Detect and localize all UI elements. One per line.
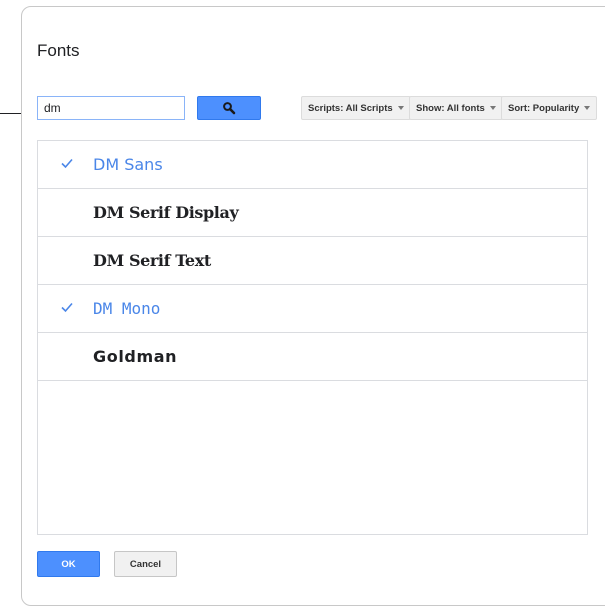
search-button[interactable] (197, 96, 261, 120)
chevron-down-icon (397, 106, 404, 110)
show-dropdown[interactable]: Show: All fonts (409, 96, 503, 120)
chevron-down-icon (584, 106, 591, 110)
check-icon (61, 302, 73, 313)
ok-button[interactable]: OK (37, 551, 100, 577)
divider-line (0, 113, 22, 114)
font-item-label: DM Serif Text (93, 251, 211, 270)
dialog-title: Fonts (37, 41, 80, 60)
check-icon (61, 158, 73, 169)
font-item-dm-serif-display[interactable]: DM Serif Display (38, 189, 587, 237)
sort-dropdown-label: Sort: Popularity (508, 102, 580, 114)
sort-dropdown[interactable]: Sort: Popularity (501, 96, 598, 120)
scripts-dropdown[interactable]: Scripts: All Scripts (301, 96, 411, 120)
search-icon (223, 102, 236, 115)
chevron-down-icon (489, 106, 496, 110)
font-item-dm-serif-text[interactable]: DM Serif Text (38, 237, 587, 285)
font-item-label: DM Mono (93, 299, 161, 318)
fonts-dialog: Fonts Scripts: All Scripts Show: All fon… (21, 6, 605, 606)
font-item-label: Goldman (93, 347, 178, 366)
show-dropdown-label: Show: All fonts (416, 102, 485, 114)
cancel-button[interactable]: Cancel (114, 551, 177, 577)
font-item-dm-mono[interactable]: DM Mono (38, 285, 587, 333)
font-list: DM Sans DM Serif Display DM Serif Text D… (37, 140, 588, 535)
font-item-dm-sans[interactable]: DM Sans (38, 141, 587, 189)
scripts-dropdown-label: Scripts: All Scripts (308, 102, 393, 114)
font-search-input[interactable] (37, 96, 185, 120)
font-item-label: DM Serif Display (93, 203, 239, 222)
font-item-goldman[interactable]: Goldman (38, 333, 587, 381)
font-item-label: DM Sans (93, 155, 163, 174)
